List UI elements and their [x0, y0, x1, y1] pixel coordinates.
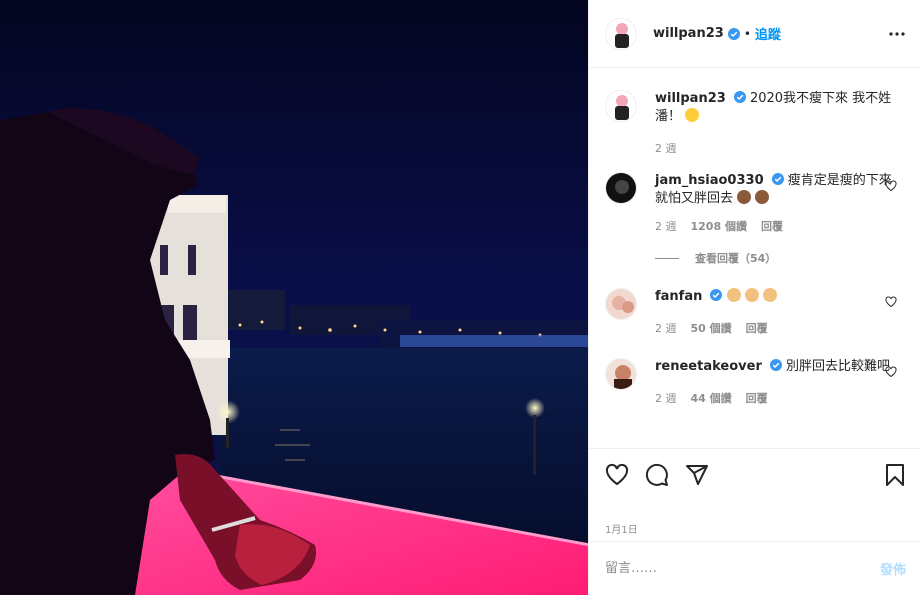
- comment-likes[interactable]: 50 個讚: [691, 320, 732, 336]
- add-comment-bar: 發佈: [589, 541, 921, 595]
- action-icons-row: [605, 461, 906, 489]
- comment-username[interactable]: fanfan: [655, 289, 702, 304]
- comment-username[interactable]: reneetakeover: [655, 359, 762, 374]
- instagram-post-modal: willpan23 • 追蹤 willpan23 2020我不瘦下來 我不姓潘！: [0, 0, 921, 595]
- comments-list: willpan23 2020我不瘦下來 我不姓潘！ 2 週 jam_hsiao0…: [589, 68, 921, 448]
- more-options-icon[interactable]: [887, 24, 907, 44]
- caption-text-block: willpan23 2020我不瘦下來 我不姓潘！: [655, 90, 895, 126]
- star-struck-emoji: [685, 108, 700, 122]
- caption-time[interactable]: 2 週: [655, 140, 677, 156]
- comment-likes[interactable]: 44 個讚: [691, 390, 732, 406]
- view-replies-label: 查看回覆（54）: [695, 252, 777, 265]
- comment-meta: 2 週 1208 個讚 回覆: [655, 218, 895, 234]
- reply-button[interactable]: 回覆: [761, 218, 783, 234]
- post-actions: 1月1日: [589, 448, 921, 536]
- comment-like-heart-icon[interactable]: [885, 366, 897, 378]
- commenter-avatar[interactable]: [605, 172, 637, 204]
- verified-badge-icon: [771, 173, 784, 185]
- comment-item: jam_hsiao0330 瘦肯定是瘦的下來 就怕又胖回去 2 週 1208 個…: [605, 172, 905, 266]
- verified-badge-icon: [769, 359, 782, 371]
- heart-icon[interactable]: [605, 463, 629, 487]
- see-no-evil-monkey-emoji: [737, 190, 752, 204]
- comment-text-block: jam_hsiao0330 瘦肯定是瘦的下來 就怕又胖回去: [655, 172, 895, 208]
- post-header: willpan23 • 追蹤: [589, 0, 921, 68]
- bookmark-icon[interactable]: [884, 463, 906, 487]
- comment-text: 別胖回去比較難吧: [786, 359, 891, 374]
- replies-divider: [655, 257, 679, 259]
- flexed-biceps-emoji: [762, 288, 777, 302]
- commenter-avatar[interactable]: [605, 358, 637, 390]
- comment-like-heart-icon[interactable]: [885, 296, 897, 308]
- author-avatar[interactable]: [605, 17, 637, 50]
- comment-time[interactable]: 2 週: [655, 320, 677, 336]
- post-photo: [0, 0, 588, 595]
- comment-like-heart-icon[interactable]: [885, 180, 897, 192]
- comment-item: fanfan 2 週 50 個讚 回覆: [605, 288, 905, 336]
- verified-badge-icon: [727, 27, 740, 40]
- author-avatar[interactable]: [605, 90, 637, 122]
- post-side-panel: willpan23 • 追蹤 willpan23 2020我不瘦下來 我不姓潘！: [588, 0, 921, 595]
- separator-dot: •: [743, 26, 751, 41]
- comment-text-block: fanfan: [655, 288, 895, 306]
- comment-text-block: reneetakeover 別胖回去比較難吧: [655, 358, 895, 376]
- post-date[interactable]: 1月1日: [605, 521, 906, 536]
- comment-meta: 2 週 44 個讚 回覆: [655, 390, 895, 406]
- comment-input[interactable]: [605, 561, 880, 576]
- verified-badge-icon: [710, 289, 723, 301]
- comment-item: reneetakeover 別胖回去比較難吧 2 週 44 個讚 回覆: [605, 358, 905, 406]
- caption-username[interactable]: willpan23: [655, 91, 726, 106]
- comment-meta: 2 週 50 個讚 回覆: [655, 320, 895, 336]
- comment-likes[interactable]: 1208 個讚: [691, 218, 747, 234]
- comment-username[interactable]: jam_hsiao0330: [655, 173, 764, 188]
- flexed-biceps-emoji: [744, 288, 759, 302]
- author-username[interactable]: willpan23: [653, 26, 724, 41]
- post-caption: willpan23 2020我不瘦下來 我不姓潘！ 2 週: [605, 68, 905, 156]
- night-harbor-photo: [0, 0, 588, 595]
- reply-button[interactable]: 回覆: [746, 320, 768, 336]
- reply-button[interactable]: 回覆: [746, 390, 768, 406]
- view-replies-button[interactable]: 查看回覆（54）: [655, 250, 895, 266]
- see-no-evil-monkey-emoji: [755, 190, 770, 204]
- verified-badge-icon: [733, 91, 746, 103]
- comment-icon[interactable]: [645, 463, 669, 487]
- follow-button[interactable]: 追蹤: [755, 24, 781, 43]
- comment-time[interactable]: 2 週: [655, 390, 677, 406]
- flexed-biceps-emoji: [726, 288, 741, 302]
- post-comment-button[interactable]: 發佈: [880, 559, 906, 578]
- caption-meta: 2 週: [655, 140, 895, 156]
- share-icon[interactable]: [685, 463, 709, 487]
- commenter-avatar[interactable]: [605, 288, 637, 320]
- comment-time[interactable]: 2 週: [655, 218, 677, 234]
